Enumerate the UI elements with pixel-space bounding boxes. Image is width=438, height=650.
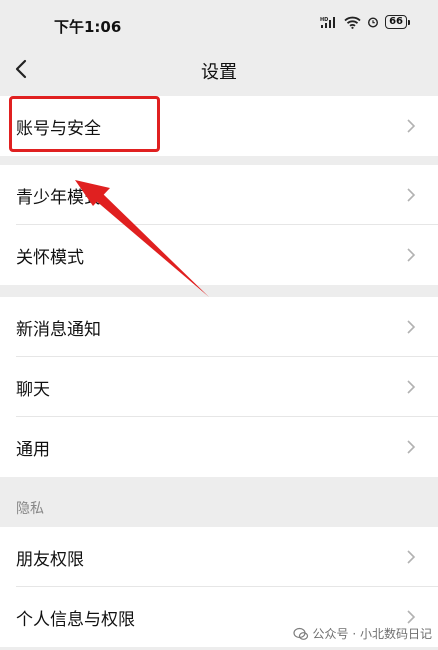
chevron-right-icon [407, 440, 416, 454]
settings-row-account-security[interactable]: 账号与安全 [0, 96, 438, 156]
page-title: 设置 [201, 62, 237, 83]
chevron-right-icon [407, 188, 416, 202]
hd-signal-icon: HD [320, 16, 336, 28]
status-time: 下午1:06 [54, 18, 122, 36]
status-bar: 下午1:06 HD 66 [0, 0, 438, 44]
battery-tip [408, 19, 410, 25]
settings-row-chat[interactable]: 聊天 [0, 357, 438, 417]
settings-group-account: 账号与安全 [0, 96, 438, 156]
settings-group-general: 新消息通知 聊天 通用 [0, 297, 438, 477]
chevron-right-icon [407, 320, 416, 334]
chevron-right-icon [407, 380, 416, 394]
chevron-right-icon [407, 550, 416, 564]
watermark: 公众号 · 小北数码日记 [292, 625, 432, 642]
wifi-icon [344, 16, 361, 29]
row-label: 青少年模式 [16, 188, 101, 208]
battery-level: 66 [385, 15, 407, 29]
battery-icon: 66 [385, 15, 410, 29]
settings-row-notifications[interactable]: 新消息通知 [0, 297, 438, 357]
row-label: 个人信息与权限 [16, 610, 135, 630]
settings-row-teen-mode[interactable]: 青少年模式 [0, 165, 438, 225]
status-icons: HD 66 [320, 15, 410, 29]
settings-row-general[interactable]: 通用 [0, 417, 438, 477]
row-label: 朋友权限 [16, 550, 84, 570]
watermark-text: 公众号 · 小北数码日记 [312, 627, 432, 641]
settings-group-modes: 青少年模式 关怀模式 [0, 165, 438, 285]
settings-row-care-mode[interactable]: 关怀模式 [0, 225, 438, 285]
chevron-right-icon [407, 610, 416, 624]
wechat-icon [292, 627, 308, 640]
settings-row-friend-permissions[interactable]: 朋友权限 [0, 527, 438, 587]
row-label: 聊天 [16, 380, 50, 400]
row-label: 账号与安全 [16, 119, 101, 139]
row-label: 通用 [16, 440, 50, 460]
row-label: 新消息通知 [16, 320, 101, 340]
row-label: 关怀模式 [16, 248, 84, 268]
nav-bar: 设置 [0, 44, 438, 94]
chevron-right-icon [407, 119, 416, 133]
chevron-right-icon [407, 248, 416, 262]
alarm-icon [368, 17, 379, 28]
svg-text:HD: HD [320, 17, 328, 23]
section-header-privacy: 隐私 [16, 501, 44, 517]
